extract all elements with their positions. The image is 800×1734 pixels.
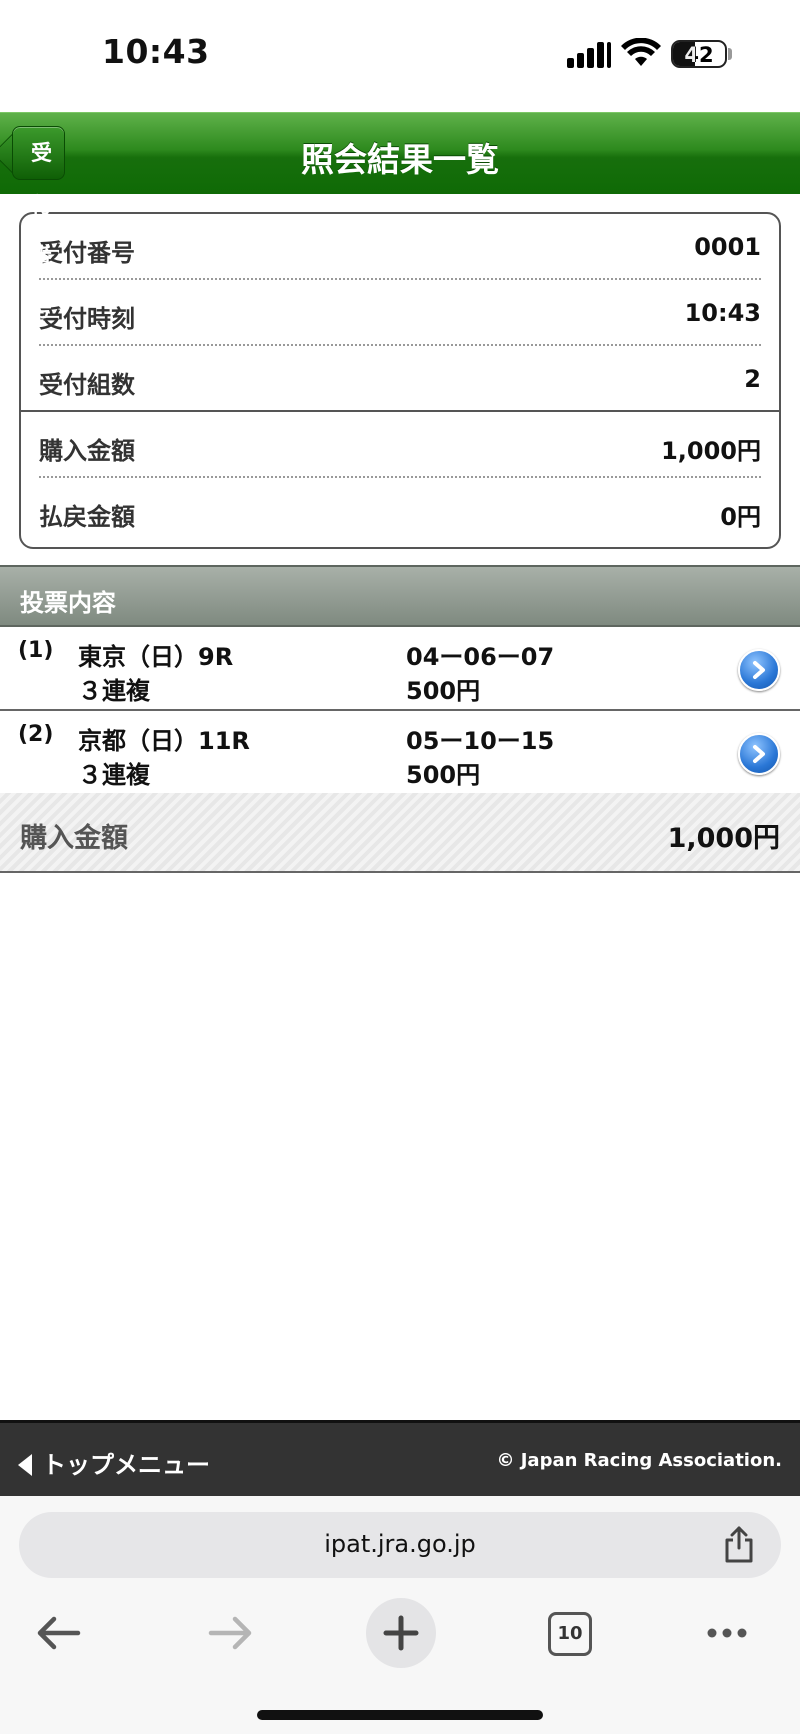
cellular-signal-icon [567,40,611,68]
url-text: ipat.jra.go.jp [324,1530,476,1558]
vote-row[interactable]: (1) 東京（日）9R ３連複 04ー06ー07 500円 [0,627,800,711]
receipt-summary: 受付番号 0001 受付時刻 10:43 受付組数 2 購入金額 1,000円 … [19,212,781,549]
forward-arrow-icon[interactable] [195,1598,265,1668]
receipt-value: 1,000円 [661,437,761,465]
purchase-total: 購入金額 1,000円 [0,793,800,873]
copyright: © Japan Racing Association. [496,1450,782,1471]
receipt-value: 0円 [720,503,761,531]
receipt-row-refund: 払戻金額 0円 [39,478,761,544]
receipt-label: 受付時刻 [39,305,135,333]
receipt-value: 2 [744,365,761,393]
tabs-button[interactable]: 10 [548,1612,592,1656]
back-arrow-icon[interactable] [24,1598,94,1668]
browser-toolbar: 10 [0,1598,800,1668]
footer: トップメニュー © Japan Racing Association. [0,1420,800,1496]
new-tab-button[interactable] [366,1598,436,1668]
section-header: 投票内容 [0,565,800,627]
receipt-value: 10:43 [684,299,761,327]
share-icon[interactable] [723,1526,755,1564]
more-icon[interactable] [692,1598,762,1668]
top-menu-link[interactable]: トップメニュー [18,1445,210,1480]
vote-kind: ３連複 [78,677,150,705]
nav-bar: 受付番号 照会結果一覧 [0,112,800,321]
receipt-row-purchase: 購入金額 1,000円 [39,412,761,478]
battery-icon: 42 [671,40,727,68]
status-bar: 10:43 42 [0,0,800,112]
vote-row[interactable]: (2) 京都（日）11R ３連複 05ー10ー15 500円 [0,711,800,795]
chevron-right-icon[interactable] [738,649,780,691]
vote-index: (2) [18,722,54,747]
address-bar[interactable]: ipat.jra.go.jp [19,1512,781,1578]
top-menu-label: トップメニュー [42,1451,210,1479]
vote-race: 東京（日）9R [78,643,234,671]
vote-combo: 04ー06ー07 [406,643,555,671]
back-button[interactable]: 受付番号 [12,126,65,321]
battery-level: 42 [684,43,714,67]
receipt-row-count: 受付組数 2 [21,346,779,412]
total-label: 購入金額 [20,823,128,854]
receipt-label: 受付組数 [39,371,135,399]
receipt-label: 受付番号 [39,239,135,267]
status-time: 10:43 [102,32,210,71]
vote-index: (1) [18,638,54,663]
home-indicator [257,1710,543,1720]
receipt-row-time: 受付時刻 10:43 [39,280,761,346]
vote-amount: 500円 [406,761,481,789]
plus-icon [383,1615,419,1651]
triangle-left-icon [18,1454,32,1476]
receipt-label: 購入金額 [39,437,135,465]
vote-amount: 500円 [406,677,481,705]
page-title: 照会結果一覧 [301,140,499,179]
receipt-row-number: 受付番号 0001 [39,214,761,280]
browser-chrome: ipat.jra.go.jp 10 [0,1496,800,1734]
vote-race: 京都（日）11R [78,727,250,755]
receipt-label: 払戻金額 [39,503,135,531]
vote-combo: 05ー10ー15 [406,727,555,755]
vote-kind: ３連複 [78,761,150,789]
wifi-icon [621,38,661,66]
receipt-value: 0001 [694,233,761,261]
chevron-right-icon[interactable] [738,733,780,775]
total-value: 1,000円 [667,823,780,854]
